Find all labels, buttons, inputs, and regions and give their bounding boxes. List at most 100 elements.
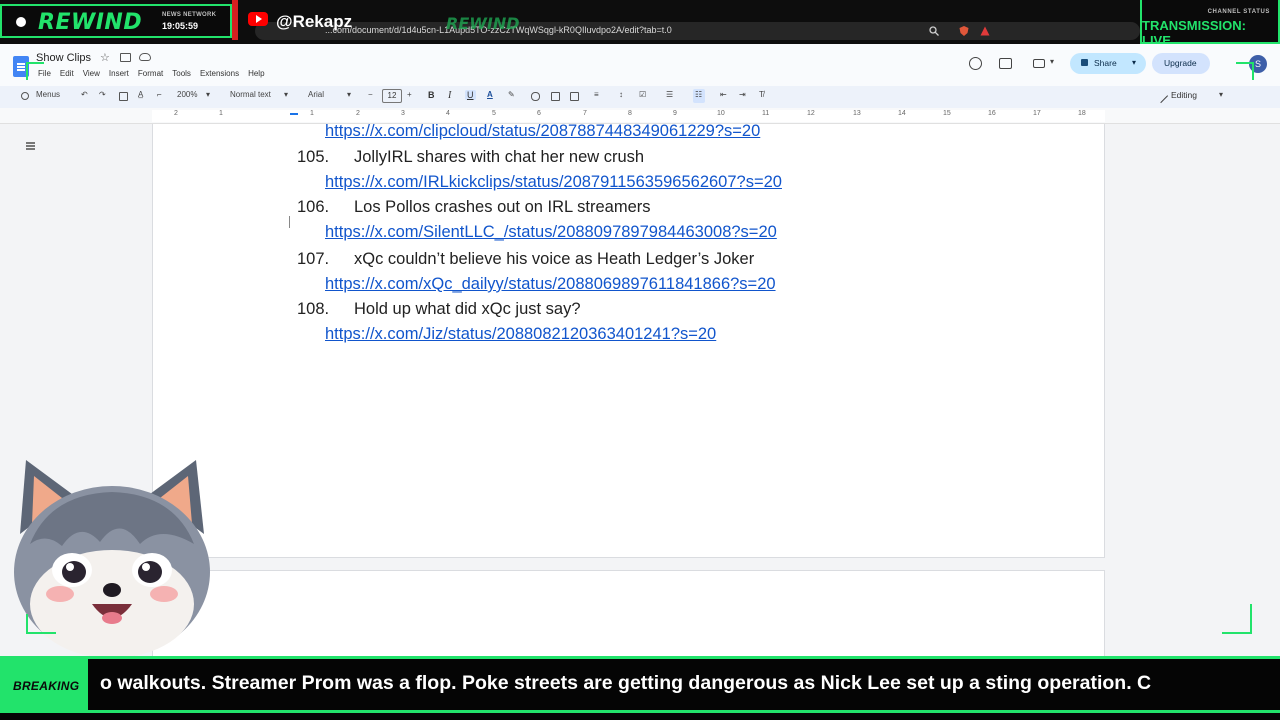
editing-mode-select[interactable]: Editing (1171, 90, 1197, 100)
decrease-font-size-icon[interactable]: − (368, 90, 373, 99)
undo-icon[interactable]: ↶ (81, 90, 88, 99)
cloud-status-icon[interactable] (139, 53, 151, 61)
clip-link[interactable]: https://x.com/IRLkickclips/status/208791… (325, 173, 782, 192)
breaking-label: BREAKING (13, 679, 80, 693)
chevron-down-icon[interactable]: ▾ (206, 90, 210, 99)
brand-box: REWIND NEWS NETWORK 19:05:59 (0, 4, 232, 38)
move-folder-icon[interactable] (120, 53, 131, 62)
chevron-down-icon[interactable]: ▾ (1050, 57, 1054, 66)
zoom-select[interactable]: 200% (177, 90, 197, 99)
menu-format[interactable]: Format (138, 69, 163, 78)
ruler-number: 8 (628, 110, 632, 117)
share-button[interactable]: Share ▾ (1070, 53, 1146, 74)
star-icon[interactable]: ☆ (100, 51, 110, 64)
ruler-number: 1 (310, 110, 314, 117)
clip-link[interactable]: https://x.com/Jiz/status/208808212036340… (325, 325, 716, 344)
text-color-button[interactable]: A (487, 90, 493, 99)
chevron-down-icon[interactable]: ▾ (347, 90, 351, 99)
warning-extension-icon[interactable] (980, 26, 990, 36)
search-menus-icon[interactable] (21, 92, 29, 100)
menu-tools[interactable]: Tools (172, 69, 191, 78)
menu-insert[interactable]: Insert (109, 69, 129, 78)
list-number: 106. (297, 198, 330, 216)
clip-title: Hold up what did xQc just say? (354, 300, 581, 318)
channel-status-label: CHANNEL STATUS (1207, 9, 1270, 15)
list-number: 105. (297, 148, 330, 166)
spellcheck-icon[interactable]: A̲ (138, 90, 143, 99)
zoom-icon[interactable] (929, 26, 939, 36)
meet-icon[interactable] (1033, 59, 1045, 68)
ruler-number: 12 (807, 110, 815, 117)
breaking-badge: BREAKING (0, 659, 88, 710)
mouse-cursor (289, 216, 290, 228)
ticker-accent-bottom (0, 710, 1280, 713)
increase-indent-icon[interactable]: ⇥ (739, 90, 746, 99)
style-select[interactable]: Normal text (230, 90, 271, 99)
ruler-number: 14 (898, 110, 906, 117)
document-title[interactable]: Show Clips (36, 52, 91, 64)
version-history-icon[interactable] (969, 57, 982, 70)
ticker-accent-top (0, 656, 1280, 659)
frame-corner-bottom-left (26, 614, 56, 634)
document-page[interactable]: https://x.com/clipcloud/status/208788744… (152, 122, 1105, 558)
menu-help[interactable]: Help (248, 69, 264, 78)
clip-link[interactable]: https://x.com/SilentLLC_/status/20880978… (325, 223, 777, 242)
list-number: 107. (297, 250, 330, 268)
paint-format-icon[interactable]: ⌐ (157, 90, 162, 99)
chevron-down-icon[interactable]: ▾ (1132, 58, 1136, 67)
document-outline-icon[interactable] (26, 142, 35, 144)
print-icon[interactable] (119, 92, 128, 101)
insert-image-icon[interactable] (570, 92, 579, 101)
menu-view[interactable]: View (83, 69, 100, 78)
italic-button[interactable]: I (448, 90, 451, 101)
clear-formatting-icon[interactable]: T̸ (759, 90, 764, 99)
ruler-number: 11 (762, 110, 770, 117)
rewind-watermark: REWIND (446, 14, 520, 33)
checklist-icon[interactable]: ☑ (639, 90, 646, 99)
brand-logo: REWIND (38, 10, 143, 35)
stream-overlay-top: REWIND NEWS NETWORK 19:05:59 ...com/docu… (0, 0, 1280, 48)
chevron-down-icon[interactable]: ▾ (284, 90, 288, 99)
ruler-number: 16 (988, 110, 996, 117)
upgrade-label: Upgrade (1164, 58, 1197, 68)
ruler-number: 1 (219, 110, 223, 117)
decrease-indent-icon[interactable]: ⇤ (720, 90, 727, 99)
ruler-number: 2 (356, 110, 360, 117)
youtube-icon (248, 12, 268, 26)
ruler-number: 13 (853, 110, 861, 117)
link-icon[interactable] (531, 92, 540, 101)
underline-button[interactable]: U (465, 90, 476, 100)
red-accent-bar (232, 0, 238, 40)
menu-edit[interactable]: Edit (60, 69, 74, 78)
network-time: 19:05:59 (162, 21, 199, 31)
stream-screen: REWIND NEWS NETWORK 19:05:59 ...com/docu… (0, 0, 1280, 720)
redo-icon[interactable]: ↷ (99, 90, 106, 99)
document-page-next[interactable] (152, 570, 1105, 660)
add-comment-icon[interactable] (551, 92, 560, 101)
clip-link[interactable]: https://x.com/clipcloud/status/208788744… (325, 122, 760, 141)
ruler-number: 5 (492, 110, 496, 117)
indent-marker[interactable] (290, 113, 298, 115)
clip-link[interactable]: https://x.com/xQc_dailyy/status/20880698… (325, 275, 776, 294)
font-size-input[interactable]: 12 (382, 89, 402, 103)
formatting-toolbar: Menus ↶ ↷ A̲ ⌐ 200% ▾ Normal text ▾ Aria… (0, 86, 1280, 108)
highlight-icon[interactable]: ✎ (508, 90, 515, 99)
frame-corner-top-left (26, 62, 44, 80)
comments-icon[interactable] (999, 58, 1012, 69)
bulleted-list-icon[interactable]: ☰ (666, 90, 673, 99)
numbered-list-icon[interactable]: ☷ (695, 90, 702, 99)
shield-extension-icon[interactable] (959, 26, 969, 36)
align-icon[interactable]: ≡ (594, 90, 599, 99)
line-spacing-icon[interactable]: ↕ (619, 90, 623, 99)
ruler-number: 18 (1078, 110, 1086, 117)
bold-button[interactable]: B (428, 90, 435, 100)
lock-icon (1081, 59, 1088, 66)
list-number: 108. (297, 300, 330, 318)
increase-font-size-icon[interactable]: + (407, 90, 412, 99)
ruler-number: 4 (446, 110, 450, 117)
font-select[interactable]: Arial (308, 90, 324, 99)
menu-extensions[interactable]: Extensions (200, 69, 239, 78)
menus-button[interactable]: Menus (36, 90, 60, 99)
chevron-down-icon[interactable]: ▾ (1219, 90, 1223, 99)
upgrade-button[interactable]: Upgrade (1152, 53, 1210, 74)
